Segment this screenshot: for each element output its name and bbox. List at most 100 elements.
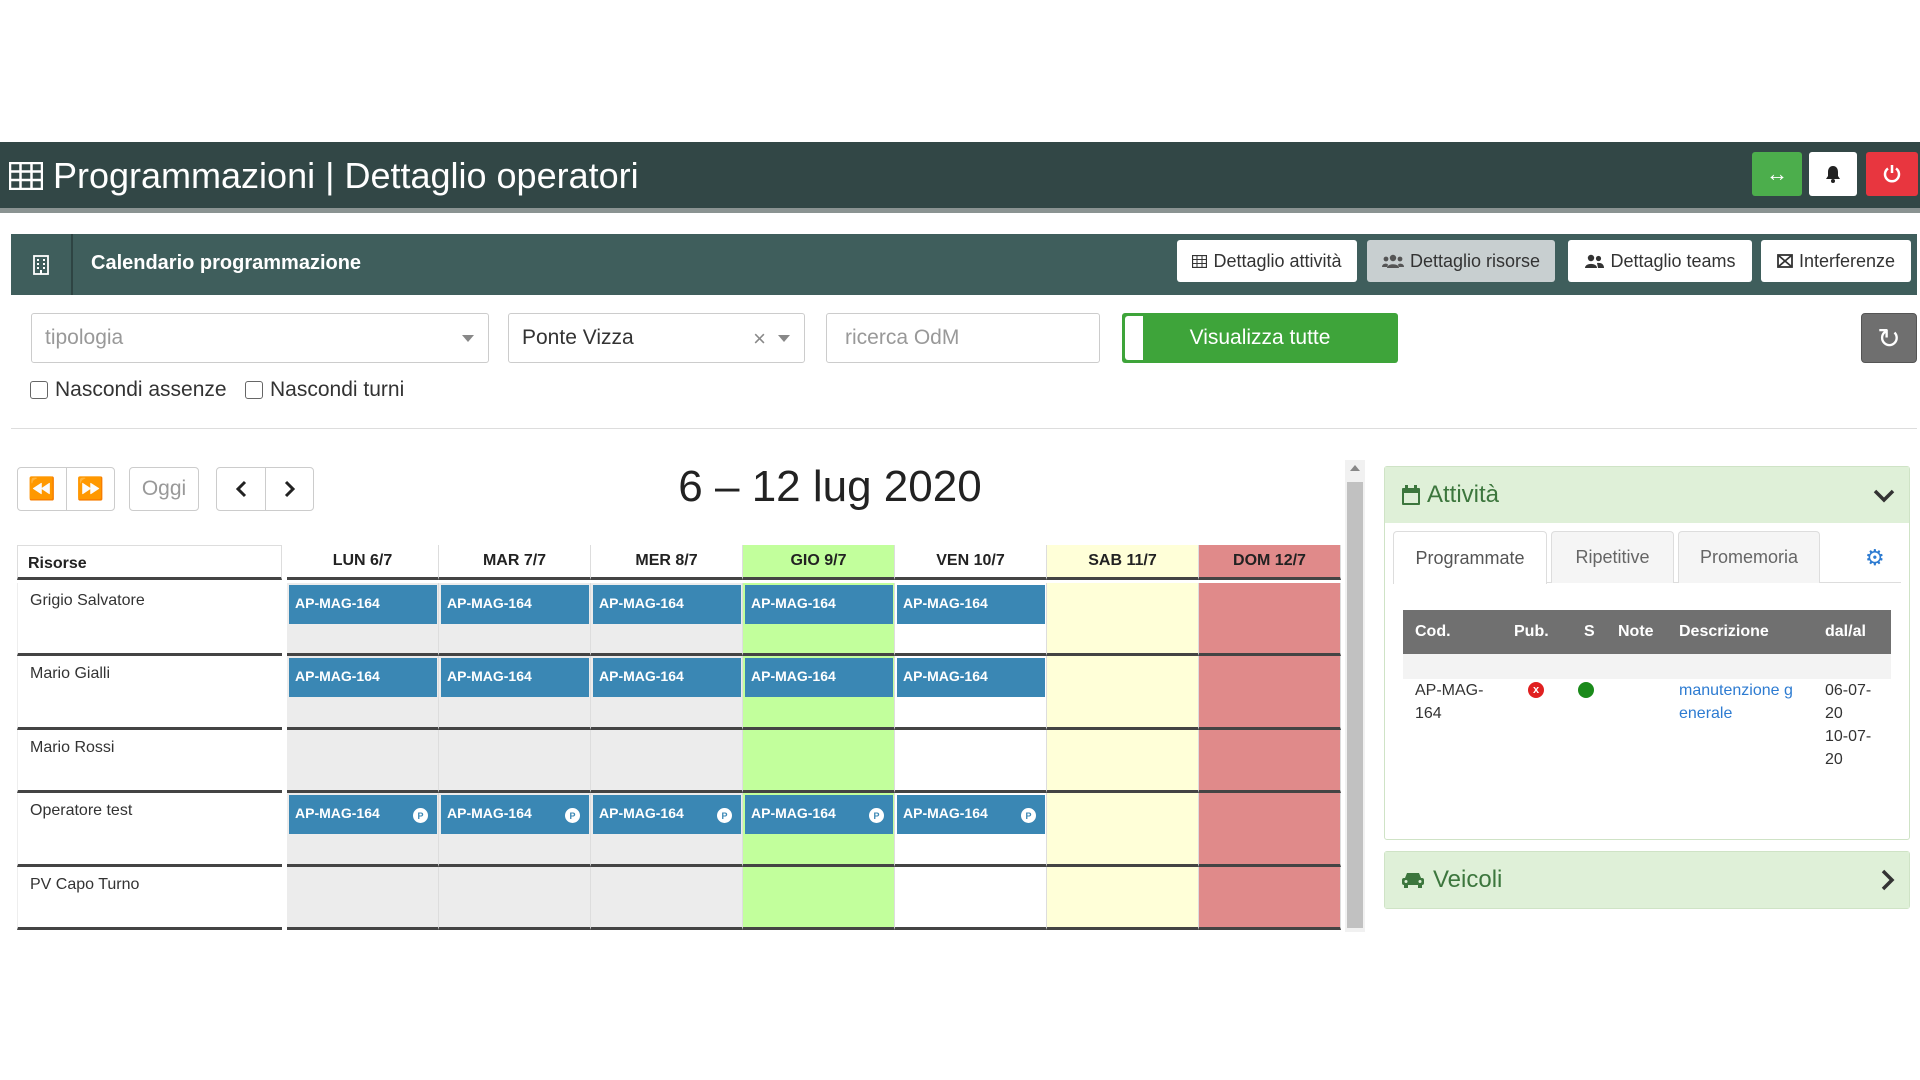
code-line: 164 [1415, 705, 1442, 722]
day-header-tue: MAR 7/7 [439, 545, 591, 580]
prev-button[interactable] [217, 468, 265, 510]
visualizza-tutte-toggle[interactable]: Visualizza tutte [1122, 313, 1398, 363]
tab-interferenze[interactable]: Interferenze [1761, 240, 1911, 282]
calendar-cell[interactable] [591, 867, 743, 930]
calendar-cell[interactable] [1047, 867, 1199, 930]
calendar-cell[interactable] [1199, 793, 1341, 867]
calendar-cell[interactable] [439, 730, 591, 793]
event-block[interactable]: AP-MAG-164 [289, 658, 437, 697]
calendar-cell[interactable]: AP-MAG-164 [591, 656, 743, 730]
chevron-right-icon[interactable] [1881, 869, 1895, 897]
hide-absences-checkbox[interactable]: Nascondi assenze [30, 378, 227, 402]
location-select[interactable]: Ponte Vizza × [508, 313, 805, 363]
tab-programmate[interactable]: Programmate [1393, 531, 1547, 584]
event-block[interactable]: AP-MAG-164 P [289, 795, 437, 834]
veicoli-panel-header[interactable]: Veicoli [1385, 852, 1909, 908]
calendar-cell[interactable]: AP-MAG-164 P [743, 793, 895, 867]
day-header-wed: MER 8/7 [591, 545, 743, 580]
event-block[interactable]: AP-MAG-164 [593, 658, 741, 697]
calendar-cell[interactable] [1199, 730, 1341, 793]
calendar-cell[interactable] [1047, 793, 1199, 867]
event-block[interactable]: AP-MAG-164 [897, 658, 1045, 697]
checkbox-box[interactable] [245, 381, 263, 399]
clear-icon[interactable]: × [753, 326, 766, 352]
event-block[interactable]: AP-MAG-164 P [897, 795, 1045, 834]
fast-backward-icon: ⏪ [28, 476, 56, 501]
event-block[interactable]: AP-MAG-164 [441, 585, 589, 624]
logout-button[interactable] [1866, 152, 1918, 196]
tab-dettaglio-teams[interactable]: Dettaglio teams [1568, 240, 1752, 282]
event-block[interactable]: AP-MAG-164 [745, 585, 893, 624]
calendar-cell[interactable]: AP-MAG-164 [439, 583, 591, 656]
calendar-cell[interactable] [287, 730, 439, 793]
hide-shifts-checkbox[interactable]: Nascondi turni [245, 378, 404, 402]
gear-icon[interactable]: ⚙ [1865, 545, 1885, 571]
col-s: S [1584, 623, 1595, 640]
calendar-cell[interactable] [1047, 656, 1199, 730]
today-button[interactable]: Oggi [129, 467, 199, 511]
event-block[interactable]: AP-MAG-164 [897, 585, 1045, 624]
next-week-button[interactable]: ⏩ [66, 468, 114, 510]
table-row[interactable]: AP-MAG- 164 x manutenzione g enerale 06-… [1403, 679, 1891, 789]
tab-dettaglio-risorse[interactable]: Dettaglio risorse [1367, 240, 1555, 282]
published-badge-icon: P [565, 808, 580, 823]
event-block[interactable]: AP-MAG-164 [745, 658, 893, 697]
section-title: Calendario programmazione [91, 252, 362, 274]
resource-name: Grigio Salvatore [17, 583, 282, 656]
scrollbar-thumb[interactable] [1347, 482, 1363, 928]
calendar-cell[interactable] [743, 730, 895, 793]
notifications-button[interactable] [1809, 152, 1857, 196]
calendar-cell[interactable] [1199, 656, 1341, 730]
calendar-cell[interactable]: AP-MAG-164 [743, 656, 895, 730]
calendar-cell[interactable] [1047, 583, 1199, 656]
next-button[interactable] [265, 468, 313, 510]
calendar-cell[interactable] [439, 867, 591, 930]
calendar-cell[interactable] [591, 730, 743, 793]
row-description-link[interactable]: manutenzione g enerale [1679, 679, 1793, 725]
calendar-cell[interactable]: AP-MAG-164 [743, 583, 895, 656]
calendar-cell[interactable] [1199, 583, 1341, 656]
event-block[interactable]: AP-MAG-164 P [745, 795, 893, 834]
calendar-cell[interactable]: AP-MAG-164 [287, 583, 439, 656]
calendar-cell[interactable]: AP-MAG-164 [439, 656, 591, 730]
calendar-icon[interactable] [11, 234, 73, 295]
calendar-cell[interactable] [287, 867, 439, 930]
calendar-cell[interactable] [895, 730, 1047, 793]
prev-week-button[interactable]: ⏪ [18, 468, 66, 510]
tab-dettaglio-attivita[interactable]: Dettaglio attività [1177, 240, 1357, 282]
calendar-scrollbar[interactable] [1345, 460, 1365, 932]
col-note: Note [1618, 623, 1654, 640]
calendar-cell[interactable] [1199, 867, 1341, 930]
resource-name: PV Capo Turno [17, 867, 282, 930]
calendar-cell[interactable]: AP-MAG-164 P [591, 793, 743, 867]
tab-promemoria[interactable]: Promemoria [1678, 531, 1820, 583]
search-odm-input[interactable] [826, 313, 1100, 363]
toggle-label: Visualizza tutte [1189, 326, 1331, 349]
checkbox-box[interactable] [30, 381, 48, 399]
published-badge-icon: P [869, 808, 884, 823]
col-dal-al: dal/al [1825, 623, 1866, 640]
tipologia-select[interactable]: tipologia [31, 313, 489, 363]
expand-button[interactable]: ↔ [1752, 152, 1802, 196]
calendar-cell[interactable] [1047, 730, 1199, 793]
event-block[interactable]: AP-MAG-164 P [593, 795, 741, 834]
chevron-down-icon[interactable] [1873, 483, 1895, 509]
calendar-cell[interactable]: AP-MAG-164 P [439, 793, 591, 867]
tab-ripetitive[interactable]: Ripetitive [1551, 531, 1674, 583]
event-block[interactable]: AP-MAG-164 [289, 585, 437, 624]
attivita-panel-header[interactable]: Attività [1385, 467, 1909, 523]
calendar-cell[interactable]: AP-MAG-164 [895, 583, 1047, 656]
refresh-button[interactable]: ↻ [1861, 313, 1917, 363]
calendar-cell[interactable]: AP-MAG-164 P [287, 793, 439, 867]
calendar-cell[interactable]: AP-MAG-164 [287, 656, 439, 730]
scroll-up-icon[interactable] [1350, 465, 1360, 471]
calendar-cell[interactable] [895, 867, 1047, 930]
calendar-cell[interactable] [743, 867, 895, 930]
event-block[interactable]: AP-MAG-164 P [441, 795, 589, 834]
event-block[interactable]: AP-MAG-164 [593, 585, 741, 624]
calendar-cell[interactable]: AP-MAG-164 [591, 583, 743, 656]
event-block[interactable]: AP-MAG-164 [441, 658, 589, 697]
fast-forward-icon: ⏩ [76, 476, 105, 501]
calendar-cell[interactable]: AP-MAG-164 [895, 656, 1047, 730]
calendar-cell[interactable]: AP-MAG-164 P [895, 793, 1047, 867]
